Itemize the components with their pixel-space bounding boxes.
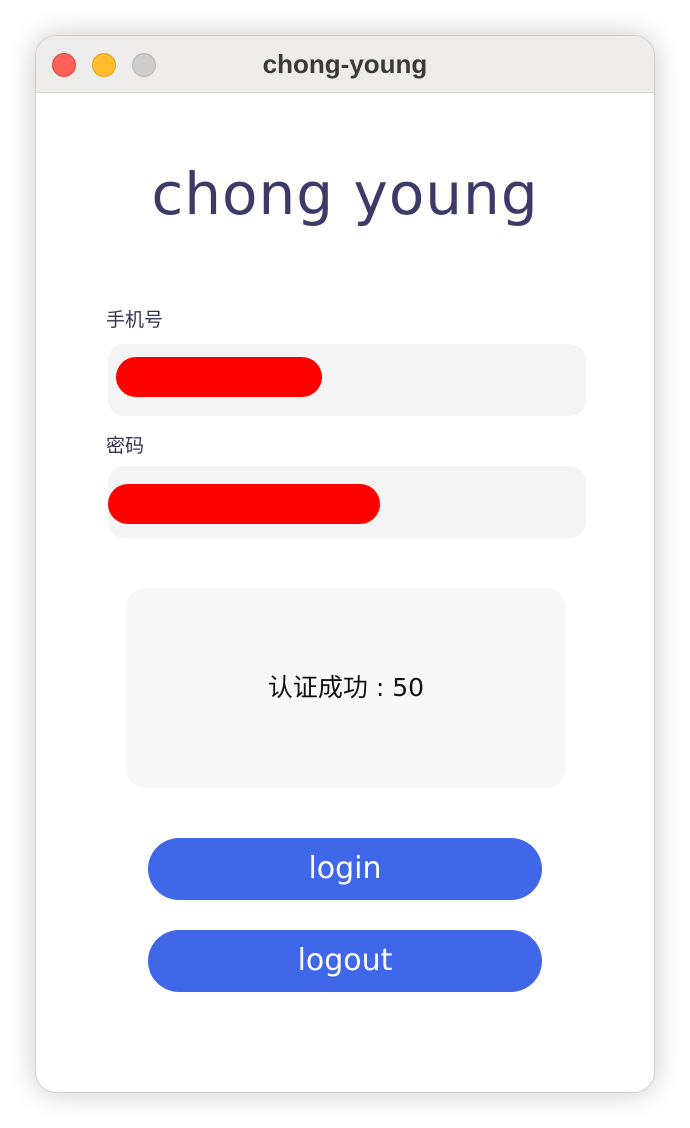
- title-bar: chong-young: [36, 36, 654, 93]
- app-logo: chong young: [151, 160, 539, 228]
- status-panel: 认证成功 : 50: [126, 588, 566, 788]
- login-button[interactable]: login: [148, 838, 542, 900]
- window-title: chong-young: [262, 49, 428, 79]
- password-label: 密码: [106, 435, 145, 457]
- password-input[interactable]: [108, 466, 586, 538]
- status-message: 认证成功 : 50: [267, 673, 425, 702]
- redacted-password-value: [108, 484, 380, 524]
- app-window: chong-young chong young 手机号 密码 认证成功 : 50…: [36, 36, 654, 1092]
- phone-label: 手机号: [106, 309, 164, 331]
- logout-button[interactable]: logout: [148, 930, 542, 992]
- phone-input[interactable]: [108, 344, 586, 416]
- redacted-phone-value: [116, 357, 322, 397]
